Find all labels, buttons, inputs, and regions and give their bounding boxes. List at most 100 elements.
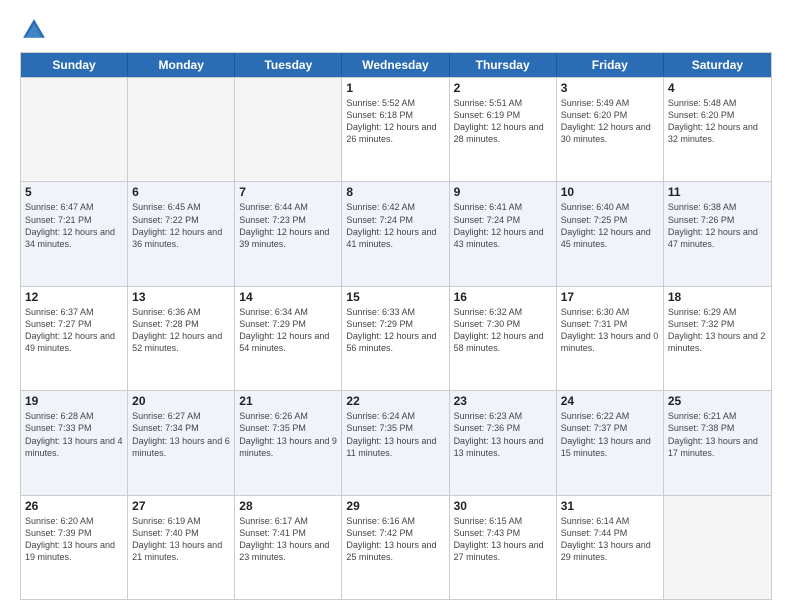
day-number: 13 <box>132 290 230 304</box>
calendar-cell: 17 Sunrise: 6:30 AM Sunset: 7:31 PM Dayli… <box>557 287 664 390</box>
calendar-cell: 13 Sunrise: 6:36 AM Sunset: 7:28 PM Dayli… <box>128 287 235 390</box>
calendar-row-0: 1Sunrise: 5:52 AM Sunset: 6:18 PM Daylig… <box>21 77 771 181</box>
day-number: 11 <box>668 185 767 199</box>
cell-text: Sunrise: 6:26 AM Sunset: 7:35 PM Dayligh… <box>239 410 337 459</box>
calendar-cell: 30 Sunrise: 6:15 AM Sunset: 7:43 PM Dayli… <box>450 496 557 599</box>
calendar-cell: 22 Sunrise: 6:24 AM Sunset: 7:35 PM Dayli… <box>342 391 449 494</box>
calendar-row-3: 19 Sunrise: 6:28 AM Sunset: 7:33 PM Dayli… <box>21 390 771 494</box>
cell-text: Sunrise: 6:29 AM Sunset: 7:32 PM Dayligh… <box>668 306 767 355</box>
day-number: 23 <box>454 394 552 408</box>
cell-text: Sunrise: 6:20 AM Sunset: 7:39 PM Dayligh… <box>25 515 123 564</box>
day-number: 3 <box>561 81 659 95</box>
cell-text: Sunrise: 6:40 AM Sunset: 7:25 PM Dayligh… <box>561 201 659 250</box>
cell-text: Sunrise: 6:19 AM Sunset: 7:40 PM Dayligh… <box>132 515 230 564</box>
calendar-cell <box>21 78 128 181</box>
page: SundayMondayTuesdayWednesdayThursdayFrid… <box>0 0 792 612</box>
cell-text: Sunrise: 6:27 AM Sunset: 7:34 PM Dayligh… <box>132 410 230 459</box>
calendar: SundayMondayTuesdayWednesdayThursdayFrid… <box>20 52 772 600</box>
calendar-cell: 3 Sunrise: 5:49 AM Sunset: 6:20 PM Daylig… <box>557 78 664 181</box>
day-number: 8 <box>346 185 444 199</box>
calendar-cell <box>128 78 235 181</box>
calendar-cell: 9 Sunrise: 6:41 AM Sunset: 7:24 PM Daylig… <box>450 182 557 285</box>
calendar-cell: 15Sunrise: 6:33 AM Sunset: 7:29 PM Dayli… <box>342 287 449 390</box>
day-number: 22 <box>346 394 444 408</box>
calendar-cell <box>235 78 342 181</box>
day-number: 24 <box>561 394 659 408</box>
header-day-thursday: Thursday <box>450 53 557 77</box>
day-number: 17 <box>561 290 659 304</box>
calendar-cell: 26 Sunrise: 6:20 AM Sunset: 7:39 PM Dayli… <box>21 496 128 599</box>
header-day-friday: Friday <box>557 53 664 77</box>
cell-text: Sunrise: 5:49 AM Sunset: 6:20 PM Dayligh… <box>561 97 659 146</box>
logo-icon <box>20 16 48 44</box>
calendar-cell: 2 Sunrise: 5:51 AM Sunset: 6:19 PM Daylig… <box>450 78 557 181</box>
header-day-saturday: Saturday <box>664 53 771 77</box>
calendar-cell: 14Sunrise: 6:34 AM Sunset: 7:29 PM Dayli… <box>235 287 342 390</box>
cell-text: Sunrise: 6:44 AM Sunset: 7:23 PM Dayligh… <box>239 201 337 250</box>
day-number: 7 <box>239 185 337 199</box>
calendar-cell: 29 Sunrise: 6:16 AM Sunset: 7:42 PM Dayli… <box>342 496 449 599</box>
day-number: 27 <box>132 499 230 513</box>
day-number: 29 <box>346 499 444 513</box>
calendar-cell: 4 Sunrise: 5:48 AM Sunset: 6:20 PM Daylig… <box>664 78 771 181</box>
calendar-cell: 10 Sunrise: 6:40 AM Sunset: 7:25 PM Dayli… <box>557 182 664 285</box>
cell-text: Sunrise: 6:15 AM Sunset: 7:43 PM Dayligh… <box>454 515 552 564</box>
calendar-row-1: 5 Sunrise: 6:47 AM Sunset: 7:21 PM Daylig… <box>21 181 771 285</box>
cell-text: Sunrise: 6:23 AM Sunset: 7:36 PM Dayligh… <box>454 410 552 459</box>
cell-text: Sunrise: 6:41 AM Sunset: 7:24 PM Dayligh… <box>454 201 552 250</box>
day-number: 25 <box>668 394 767 408</box>
cell-text: Sunrise: 6:30 AM Sunset: 7:31 PM Dayligh… <box>561 306 659 355</box>
day-number: 2 <box>454 81 552 95</box>
calendar-cell: 24 Sunrise: 6:22 AM Sunset: 7:37 PM Dayli… <box>557 391 664 494</box>
day-number: 31 <box>561 499 659 513</box>
cell-text: Sunrise: 6:14 AM Sunset: 7:44 PM Dayligh… <box>561 515 659 564</box>
logo <box>20 16 52 44</box>
day-number: 16 <box>454 290 552 304</box>
day-number: 19 <box>25 394 123 408</box>
calendar-cell: 18 Sunrise: 6:29 AM Sunset: 7:32 PM Dayli… <box>664 287 771 390</box>
cell-text: Sunrise: 6:16 AM Sunset: 7:42 PM Dayligh… <box>346 515 444 564</box>
cell-text: Sunrise: 6:38 AM Sunset: 7:26 PM Dayligh… <box>668 201 767 250</box>
calendar-cell: 23 Sunrise: 6:23 AM Sunset: 7:36 PM Dayli… <box>450 391 557 494</box>
day-number: 9 <box>454 185 552 199</box>
day-number: 26 <box>25 499 123 513</box>
header-day-monday: Monday <box>128 53 235 77</box>
calendar-cell: 11 Sunrise: 6:38 AM Sunset: 7:26 PM Dayli… <box>664 182 771 285</box>
calendar-cell: 1Sunrise: 5:52 AM Sunset: 6:18 PM Daylig… <box>342 78 449 181</box>
calendar-cell: 5 Sunrise: 6:47 AM Sunset: 7:21 PM Daylig… <box>21 182 128 285</box>
calendar-header-row: SundayMondayTuesdayWednesdayThursdayFrid… <box>21 53 771 77</box>
cell-text: Sunrise: 6:22 AM Sunset: 7:37 PM Dayligh… <box>561 410 659 459</box>
header-day-sunday: Sunday <box>21 53 128 77</box>
cell-text: Sunrise: 6:28 AM Sunset: 7:33 PM Dayligh… <box>25 410 123 459</box>
day-number: 18 <box>668 290 767 304</box>
calendar-cell: 31 Sunrise: 6:14 AM Sunset: 7:44 PM Dayli… <box>557 496 664 599</box>
calendar-cell: 6Sunrise: 6:45 AM Sunset: 7:22 PM Daylig… <box>128 182 235 285</box>
calendar-cell: 20 Sunrise: 6:27 AM Sunset: 7:34 PM Dayli… <box>128 391 235 494</box>
day-number: 10 <box>561 185 659 199</box>
calendar-cell: 8Sunrise: 6:42 AM Sunset: 7:24 PM Daylig… <box>342 182 449 285</box>
calendar-cell <box>664 496 771 599</box>
calendar-row-2: 12Sunrise: 6:37 AM Sunset: 7:27 PM Dayli… <box>21 286 771 390</box>
calendar-cell: 19 Sunrise: 6:28 AM Sunset: 7:33 PM Dayli… <box>21 391 128 494</box>
cell-text: Sunrise: 6:37 AM Sunset: 7:27 PM Dayligh… <box>25 306 123 355</box>
day-number: 4 <box>668 81 767 95</box>
calendar-cell: 25Sunrise: 6:21 AM Sunset: 7:38 PM Dayli… <box>664 391 771 494</box>
cell-text: Sunrise: 5:51 AM Sunset: 6:19 PM Dayligh… <box>454 97 552 146</box>
cell-text: Sunrise: 6:45 AM Sunset: 7:22 PM Dayligh… <box>132 201 230 250</box>
day-number: 20 <box>132 394 230 408</box>
cell-text: Sunrise: 6:47 AM Sunset: 7:21 PM Dayligh… <box>25 201 123 250</box>
calendar-cell: 21 Sunrise: 6:26 AM Sunset: 7:35 PM Dayli… <box>235 391 342 494</box>
header-day-wednesday: Wednesday <box>342 53 449 77</box>
cell-text: Sunrise: 5:48 AM Sunset: 6:20 PM Dayligh… <box>668 97 767 146</box>
header <box>20 16 772 44</box>
day-number: 14 <box>239 290 337 304</box>
cell-text: Sunrise: 6:24 AM Sunset: 7:35 PM Dayligh… <box>346 410 444 459</box>
calendar-cell: 28Sunrise: 6:17 AM Sunset: 7:41 PM Dayli… <box>235 496 342 599</box>
day-number: 30 <box>454 499 552 513</box>
calendar-cell: 16Sunrise: 6:32 AM Sunset: 7:30 PM Dayli… <box>450 287 557 390</box>
day-number: 5 <box>25 185 123 199</box>
calendar-cell: 7 Sunrise: 6:44 AM Sunset: 7:23 PM Daylig… <box>235 182 342 285</box>
calendar-body: 1Sunrise: 5:52 AM Sunset: 6:18 PM Daylig… <box>21 77 771 599</box>
day-number: 21 <box>239 394 337 408</box>
cell-text: Sunrise: 6:36 AM Sunset: 7:28 PM Dayligh… <box>132 306 230 355</box>
